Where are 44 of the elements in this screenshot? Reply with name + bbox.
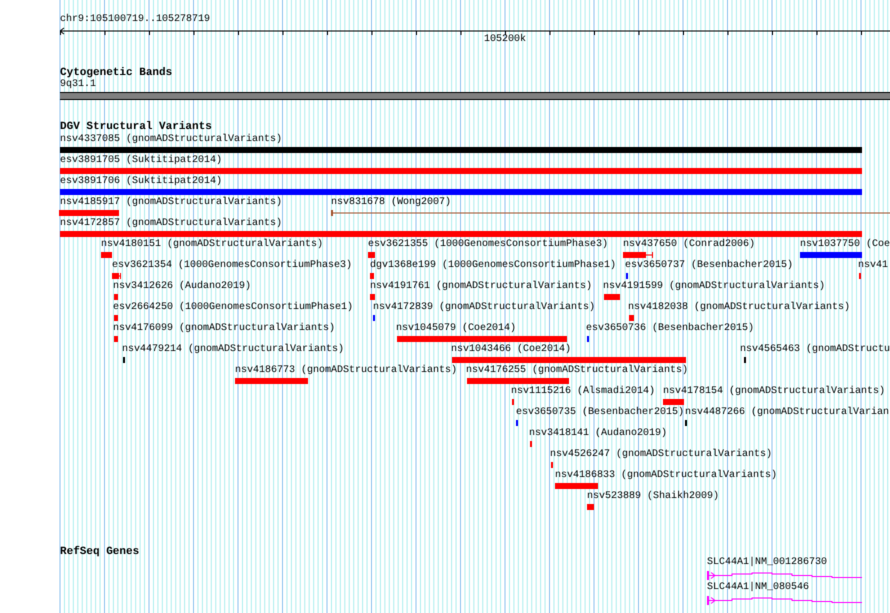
gene-label: SLC44A1|NM_080546 — [707, 583, 810, 593]
gene-label: SLC44A1|NM_001286730 — [707, 558, 828, 568]
variant-label: nsv3412626 (Audano2019) — [113, 282, 252, 292]
variant-label: nsv831678 (Wong2007) — [331, 198, 452, 208]
variant-label: nsv4337085 (gnomADStructuralVariants) — [60, 135, 282, 145]
variant-label: nsv4185917 (gnomADStructuralVariants) — [60, 198, 282, 208]
track-title: Cytogenetic Bands — [60, 68, 172, 79]
band-label: 9q31.1 — [60, 80, 96, 90]
location-label: chr9:105100719..105278719 — [60, 15, 210, 25]
variant-label: nsv4182038 (gnomADStructuralVariants) — [628, 303, 850, 313]
variant-label: nsv1045079 (Coe2014) — [396, 324, 516, 334]
variant-label: nsv4176099 (gnomADStructuralVariants) — [113, 324, 336, 334]
variant-label: nsv4176255 (gnomADStructuralVariants) — [466, 366, 688, 376]
variant-label: nsv4180151 (gnomADStructuralVariants) — [101, 240, 324, 250]
variant-label: nsv4178154 (gnomADStructuralVariants) — [663, 387, 886, 397]
variant-label: nsv4186833 (gnomADStructuralVariants) — [555, 471, 778, 481]
variant-label: esv3891706 (Suktitipat2014) — [60, 177, 222, 187]
variant-label: nsv4191761 (gnomADStructuralVariants) — [370, 282, 592, 292]
variant-label: nsv4565463 (gnomADStructu — [740, 345, 890, 355]
variant-label: nsv1115216 (Alsmadi2014) — [511, 387, 656, 397]
variant-label: esv3891705 (Suktitipat2014) — [60, 156, 222, 166]
variant-label: nsv1043466 (Coe2014) — [451, 345, 572, 355]
variant-label: esv3650736 (Besenbacher2015) — [586, 324, 754, 334]
variant-label: nsv4172839 (gnomADStructuralVariants) — [373, 303, 596, 313]
tick-label: 105200k — [484, 35, 526, 45]
variant-label: nsv41 — [858, 261, 888, 271]
variant-label: dgv1368e199 (1000GenomesConsortiumPhase1) — [370, 261, 616, 271]
variant-label: nsv4479214 (gnomADStructuralVariants) — [122, 345, 344, 355]
variant-label: nsv4526247 (gnomADStructuralVariants) — [550, 450, 772, 460]
variant-label: nsv3418141 (Audano2019) — [529, 429, 668, 439]
variant-label: esv3621354 (1000GenomesConsortiumPhase3) — [112, 261, 352, 271]
variant-label: esv2664250 (1000GenomesConsortiumPhase1) — [113, 303, 354, 313]
variant-label: nsv4191599 (gnomADStructuralVariants) — [603, 282, 826, 292]
variant-label: nsv437650 (Conrad2006) — [623, 240, 756, 250]
variant-label: esv3621355 (1000GenomesConsortiumPhase3) — [368, 240, 608, 250]
track-title: DGV Structural Variants — [60, 122, 212, 133]
variant-label: esv3650735 (Besenbacher2015) — [516, 408, 684, 418]
variant-label: nsv4186773 (gnomADStructuralVariants) — [235, 366, 458, 376]
variant-label: nsv4172857 (gnomADStructuralVariants) — [60, 219, 282, 229]
variant-label: nsv523889 (Shaikh2009) — [587, 492, 720, 502]
variant-label: esv3650737 (Besenbacher2015) — [625, 261, 794, 271]
variant-label: nsv4487266 (gnomADStructuralVarian — [685, 408, 890, 418]
track-title: RefSeq Genes — [60, 547, 140, 558]
variant-label: nsv1037750 (Coe — [800, 240, 890, 250]
